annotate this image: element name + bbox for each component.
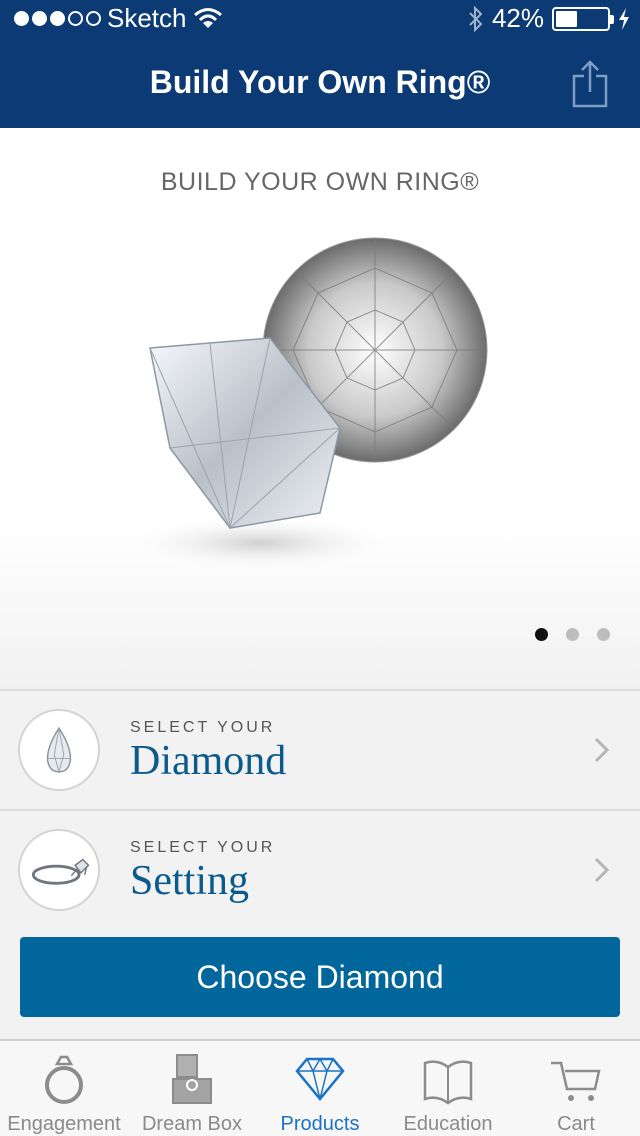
select-your-label: SELECT YOUR <box>130 839 276 856</box>
charging-bolt-icon <box>619 7 629 30</box>
hero-carousel[interactable]: BUILD YOUR OWN RING® <box>0 128 640 690</box>
diamond-icon <box>295 1057 345 1101</box>
diamond-label: Diamond <box>130 738 287 784</box>
chevron-right-icon <box>594 857 610 883</box>
tab-engagement[interactable]: Engagement <box>0 1041 128 1136</box>
status-bar: Sketch 42% <box>0 0 640 36</box>
cart-icon <box>551 1061 601 1101</box>
tab-bar: Engagement Dream Box Products Education … <box>0 1039 640 1136</box>
battery-percent: 42% <box>491 3 544 33</box>
wifi-icon <box>193 7 222 28</box>
diamonds-image <box>120 237 488 571</box>
page-dot[interactable] <box>566 628 579 641</box>
tab-label: Products <box>280 1113 360 1135</box>
page-indicator[interactable] <box>535 628 610 641</box>
choose-diamond-button[interactable]: Choose Diamond <box>20 937 620 1017</box>
select-diamond-row[interactable]: SELECT YOUR Diamond <box>0 689 640 809</box>
tab-label: Dream Box <box>141 1113 243 1135</box>
hero-title: BUILD YOUR OWN RING® <box>160 168 480 196</box>
ring-box-icon <box>172 1054 212 1104</box>
bluetooth-icon <box>469 5 483 32</box>
page-dot[interactable] <box>597 628 610 641</box>
page-dot[interactable] <box>535 628 548 641</box>
ring-icon <box>45 1055 83 1104</box>
status-left: Sketch <box>14 3 223 34</box>
chevron-right-icon <box>594 737 610 763</box>
tab-label: Engagement <box>7 1113 121 1135</box>
tab-cart[interactable]: Cart <box>512 1041 640 1136</box>
tab-dream-box[interactable]: Dream Box <box>128 1041 256 1136</box>
pear-diamond-icon <box>18 709 100 791</box>
ring-setting-icon <box>18 829 100 911</box>
nav-title: Build Your Own Ring® <box>149 64 491 100</box>
setting-label: Setting <box>130 858 250 904</box>
carrier-name: Sketch <box>107 3 187 33</box>
book-icon <box>423 1060 473 1105</box>
battery-icon <box>552 6 614 31</box>
tab-products[interactable]: Products <box>256 1041 384 1136</box>
select-setting-row[interactable]: SELECT YOUR Setting <box>0 809 640 929</box>
status-right: 42% <box>468 3 630 34</box>
tab-label: Education <box>403 1113 493 1135</box>
select-your-label: SELECT YOUR <box>130 719 276 736</box>
signal-strength-icon <box>14 11 101 26</box>
tab-label: Cart <box>557 1113 595 1135</box>
navigation-bar: Build Your Own Ring® <box>0 36 640 128</box>
share-icon[interactable] <box>570 58 610 110</box>
tab-education[interactable]: Education <box>384 1041 512 1136</box>
